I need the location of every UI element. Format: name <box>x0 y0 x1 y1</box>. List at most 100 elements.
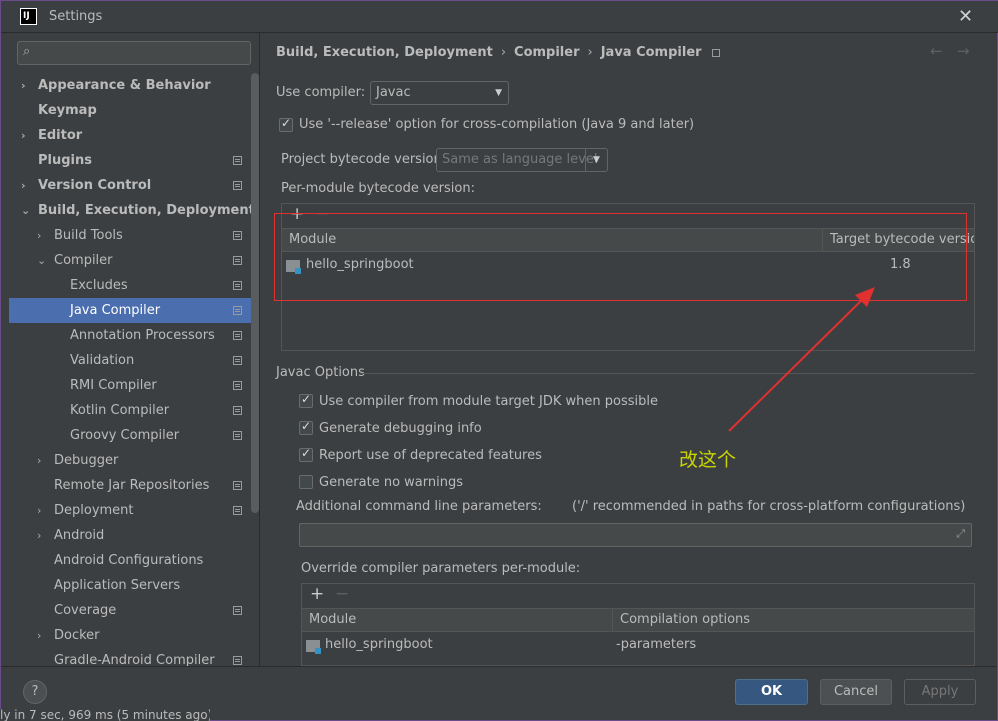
use-compiler-select[interactable]: Javac ▼ <box>370 81 509 105</box>
override-params-label: Override compiler parameters per-module: <box>301 561 581 576</box>
breadcrumb-build: Build, Execution, Deployment <box>276 45 493 60</box>
project-bytecode-select[interactable]: Same as language level ▼ <box>436 148 608 172</box>
sidebar-item-rmi-compiler[interactable]: RMI Compiler <box>9 373 251 398</box>
sidebar-item-validation[interactable]: Validation <box>9 348 251 373</box>
project-settings-icon <box>233 331 242 340</box>
breadcrumb-separator: › <box>500 45 507 60</box>
add-icon[interactable]: + <box>310 584 324 604</box>
search-icon: ⌕ <box>23 44 31 59</box>
project-settings-icon <box>233 356 242 365</box>
sidebar-scrollbar[interactable] <box>251 73 259 513</box>
sidebar-item-label: Validation <box>70 353 135 368</box>
sidebar-item-editor[interactable]: › Editor <box>9 123 251 148</box>
table-toolbar: + − <box>302 584 974 608</box>
no-warnings-checkbox[interactable] <box>299 475 313 489</box>
sidebar-item-label: Annotation Processors <box>70 328 215 343</box>
forward-arrow-icon[interactable]: → <box>957 42 970 60</box>
column-header-module[interactable]: Module <box>302 609 612 631</box>
project-settings-icon <box>233 306 242 315</box>
sidebar-item-plugins[interactable]: Plugins <box>9 148 251 173</box>
sidebar-item-build-execution-deployment[interactable]: ⌄ Build, Execution, Deployment <box>9 198 255 223</box>
sidebar-item-groovy-compiler[interactable]: Groovy Compiler <box>9 423 251 448</box>
project-settings-icon <box>233 231 242 240</box>
compilation-options-value[interactable]: -parameters <box>616 637 696 652</box>
sidebar-item-label: Groovy Compiler <box>70 428 180 443</box>
use-compiler-value: Javac <box>376 85 411 100</box>
sidebar-item-label: Kotlin Compiler <box>70 403 170 418</box>
debug-info-label: Generate debugging info <box>319 421 482 436</box>
additional-params-input[interactable]: ⤢ <box>299 523 972 547</box>
sidebar-item-label: Build Tools <box>54 228 123 243</box>
sidebar-item-android[interactable]: › Android <box>9 523 251 548</box>
intellij-logo-icon: IJ <box>20 8 37 25</box>
sidebar-item-compiler[interactable]: ⌄ Compiler <box>9 248 251 273</box>
sidebar-item-label: Plugins <box>38 153 92 168</box>
sidebar-item-annotation-processors[interactable]: Annotation Processors <box>9 323 251 348</box>
chevron-right-icon[interactable]: › <box>37 523 41 548</box>
sidebar-item-label: Compiler <box>54 253 113 268</box>
chevron-right-icon[interactable]: › <box>21 73 26 98</box>
chevron-right-icon[interactable]: › <box>37 623 41 648</box>
sidebar-item-excludes[interactable]: Excludes <box>9 273 251 298</box>
sidebar-item-label: Editor <box>38 128 83 143</box>
chevron-right-icon[interactable]: › <box>37 223 41 248</box>
project-settings-icon <box>233 156 242 165</box>
override-params-table: + − Module Compilation options hello_spr… <box>301 583 975 666</box>
sidebar-item-version-control[interactable]: › Version Control <box>9 173 251 198</box>
use-module-jdk-label: Use compiler from module target JDK when… <box>319 394 658 409</box>
sidebar-item-application-servers[interactable]: Application Servers <box>9 573 251 598</box>
sidebar-item-java-compiler[interactable]: Java Compiler <box>9 298 251 323</box>
dropdown-arrow-icon: ▼ <box>585 149 607 171</box>
sidebar-item-deployment[interactable]: › Deployment <box>9 498 251 523</box>
breadcrumb-compiler: Compiler <box>514 45 580 60</box>
sidebar-item-label: Coverage <box>54 603 117 618</box>
sidebar-item-label: Debugger <box>54 453 119 468</box>
chevron-right-icon[interactable]: › <box>21 173 26 198</box>
sidebar-item-label: Android Configurations <box>54 553 204 568</box>
chevron-down-icon[interactable]: ⌄ <box>37 248 46 273</box>
debug-info-checkbox[interactable] <box>299 419 313 435</box>
close-icon[interactable]: ✕ <box>958 6 973 27</box>
project-settings-icon <box>233 506 242 515</box>
apply-button[interactable]: Apply <box>904 679 976 705</box>
release-option-label: Use '--release' option for cross-compila… <box>299 117 695 132</box>
ok-button[interactable]: OK <box>735 679 808 705</box>
sidebar-item-keymap[interactable]: Keymap <box>9 98 251 123</box>
sidebar-item-label: Excludes <box>70 278 128 293</box>
sidebar-item-build-tools[interactable]: › Build Tools <box>9 223 251 248</box>
help-button[interactable]: ? <box>23 680 47 704</box>
project-settings-icon <box>233 431 242 440</box>
sidebar-item-android-configurations[interactable]: Android Configurations <box>9 548 251 573</box>
back-arrow-icon[interactable]: ← <box>930 42 943 60</box>
sidebar-item-appearance-behavior[interactable]: › Appearance & Behavior <box>9 73 251 98</box>
sidebar-item-coverage[interactable]: Coverage <box>9 598 251 623</box>
sidebar-item-kotlin-compiler[interactable]: Kotlin Compiler <box>9 398 251 423</box>
sidebar-item-label: Deployment <box>54 503 134 518</box>
settings-sidebar: ⌕ › Appearance & Behavior Keymap › Editor Plu… <box>9 33 259 668</box>
sidebar-item-label: Build, Execution, Deployment <box>38 203 255 218</box>
column-header-options[interactable]: Compilation options <box>612 609 974 631</box>
project-settings-icon <box>233 281 242 290</box>
use-module-jdk-checkbox[interactable] <box>299 392 313 408</box>
sidebar-item-debugger[interactable]: › Debugger <box>9 448 251 473</box>
sidebar-item-label: Version Control <box>38 178 152 193</box>
remove-icon[interactable]: − <box>335 584 349 604</box>
chevron-down-icon[interactable]: ⌄ <box>21 198 30 223</box>
project-settings-icon <box>233 381 242 390</box>
chevron-right-icon[interactable]: › <box>37 448 41 473</box>
cancel-button[interactable]: Cancel <box>820 679 892 705</box>
window-title: Settings <box>49 9 103 24</box>
chevron-right-icon[interactable]: › <box>37 498 41 523</box>
settings-dialog: IJ Settings ✕ ⌕ › Appearance & Behavior Ke… <box>0 0 998 721</box>
sidebar-item-remote-jar-repositories[interactable]: Remote Jar Repositories <box>9 473 251 498</box>
project-settings-icon <box>233 481 242 490</box>
settings-search-input[interactable]: ⌕ <box>17 41 251 65</box>
sidebar-item-label: Remote Jar Repositories <box>54 478 210 493</box>
sidebar-item-docker[interactable]: › Docker <box>9 623 251 648</box>
sidebar-item-label: Docker <box>54 628 100 643</box>
sidebar-item-label: Application Servers <box>54 578 181 593</box>
deprecated-checkbox[interactable] <box>299 446 313 462</box>
expand-icon[interactable]: ⤢ <box>956 527 965 541</box>
release-option-checkbox[interactable] <box>279 116 293 132</box>
chevron-right-icon[interactable]: › <box>21 123 26 148</box>
